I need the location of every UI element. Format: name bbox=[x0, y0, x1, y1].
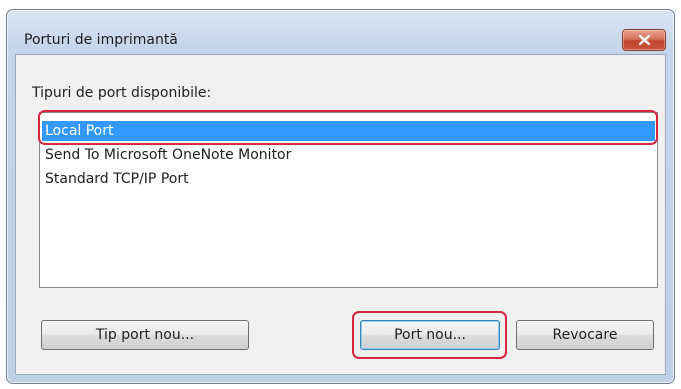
dialog-title: Porturi de imprimantă bbox=[24, 32, 178, 48]
port-types-label: Tipuri de port disponibile: bbox=[32, 85, 212, 101]
close-button[interactable] bbox=[622, 29, 666, 51]
close-x-icon bbox=[639, 35, 650, 45]
cancel-button[interactable]: Revocare bbox=[516, 320, 654, 350]
new-port-button[interactable]: Port nou... bbox=[360, 320, 500, 350]
list-item-onenote-monitor[interactable]: Send To Microsoft OneNote Monitor bbox=[42, 145, 291, 165]
list-item-standard-tcpip[interactable]: Standard TCP/IP Port bbox=[42, 169, 189, 189]
new-port-type-button[interactable]: Tip port nou... bbox=[41, 320, 249, 350]
port-types-listbox[interactable]: Local Port Send To Microsoft OneNote Mon… bbox=[39, 112, 658, 288]
list-item-local-port[interactable]: Local Port bbox=[42, 121, 655, 141]
title-bar[interactable]: Porturi de imprimantă bbox=[7, 10, 674, 51]
